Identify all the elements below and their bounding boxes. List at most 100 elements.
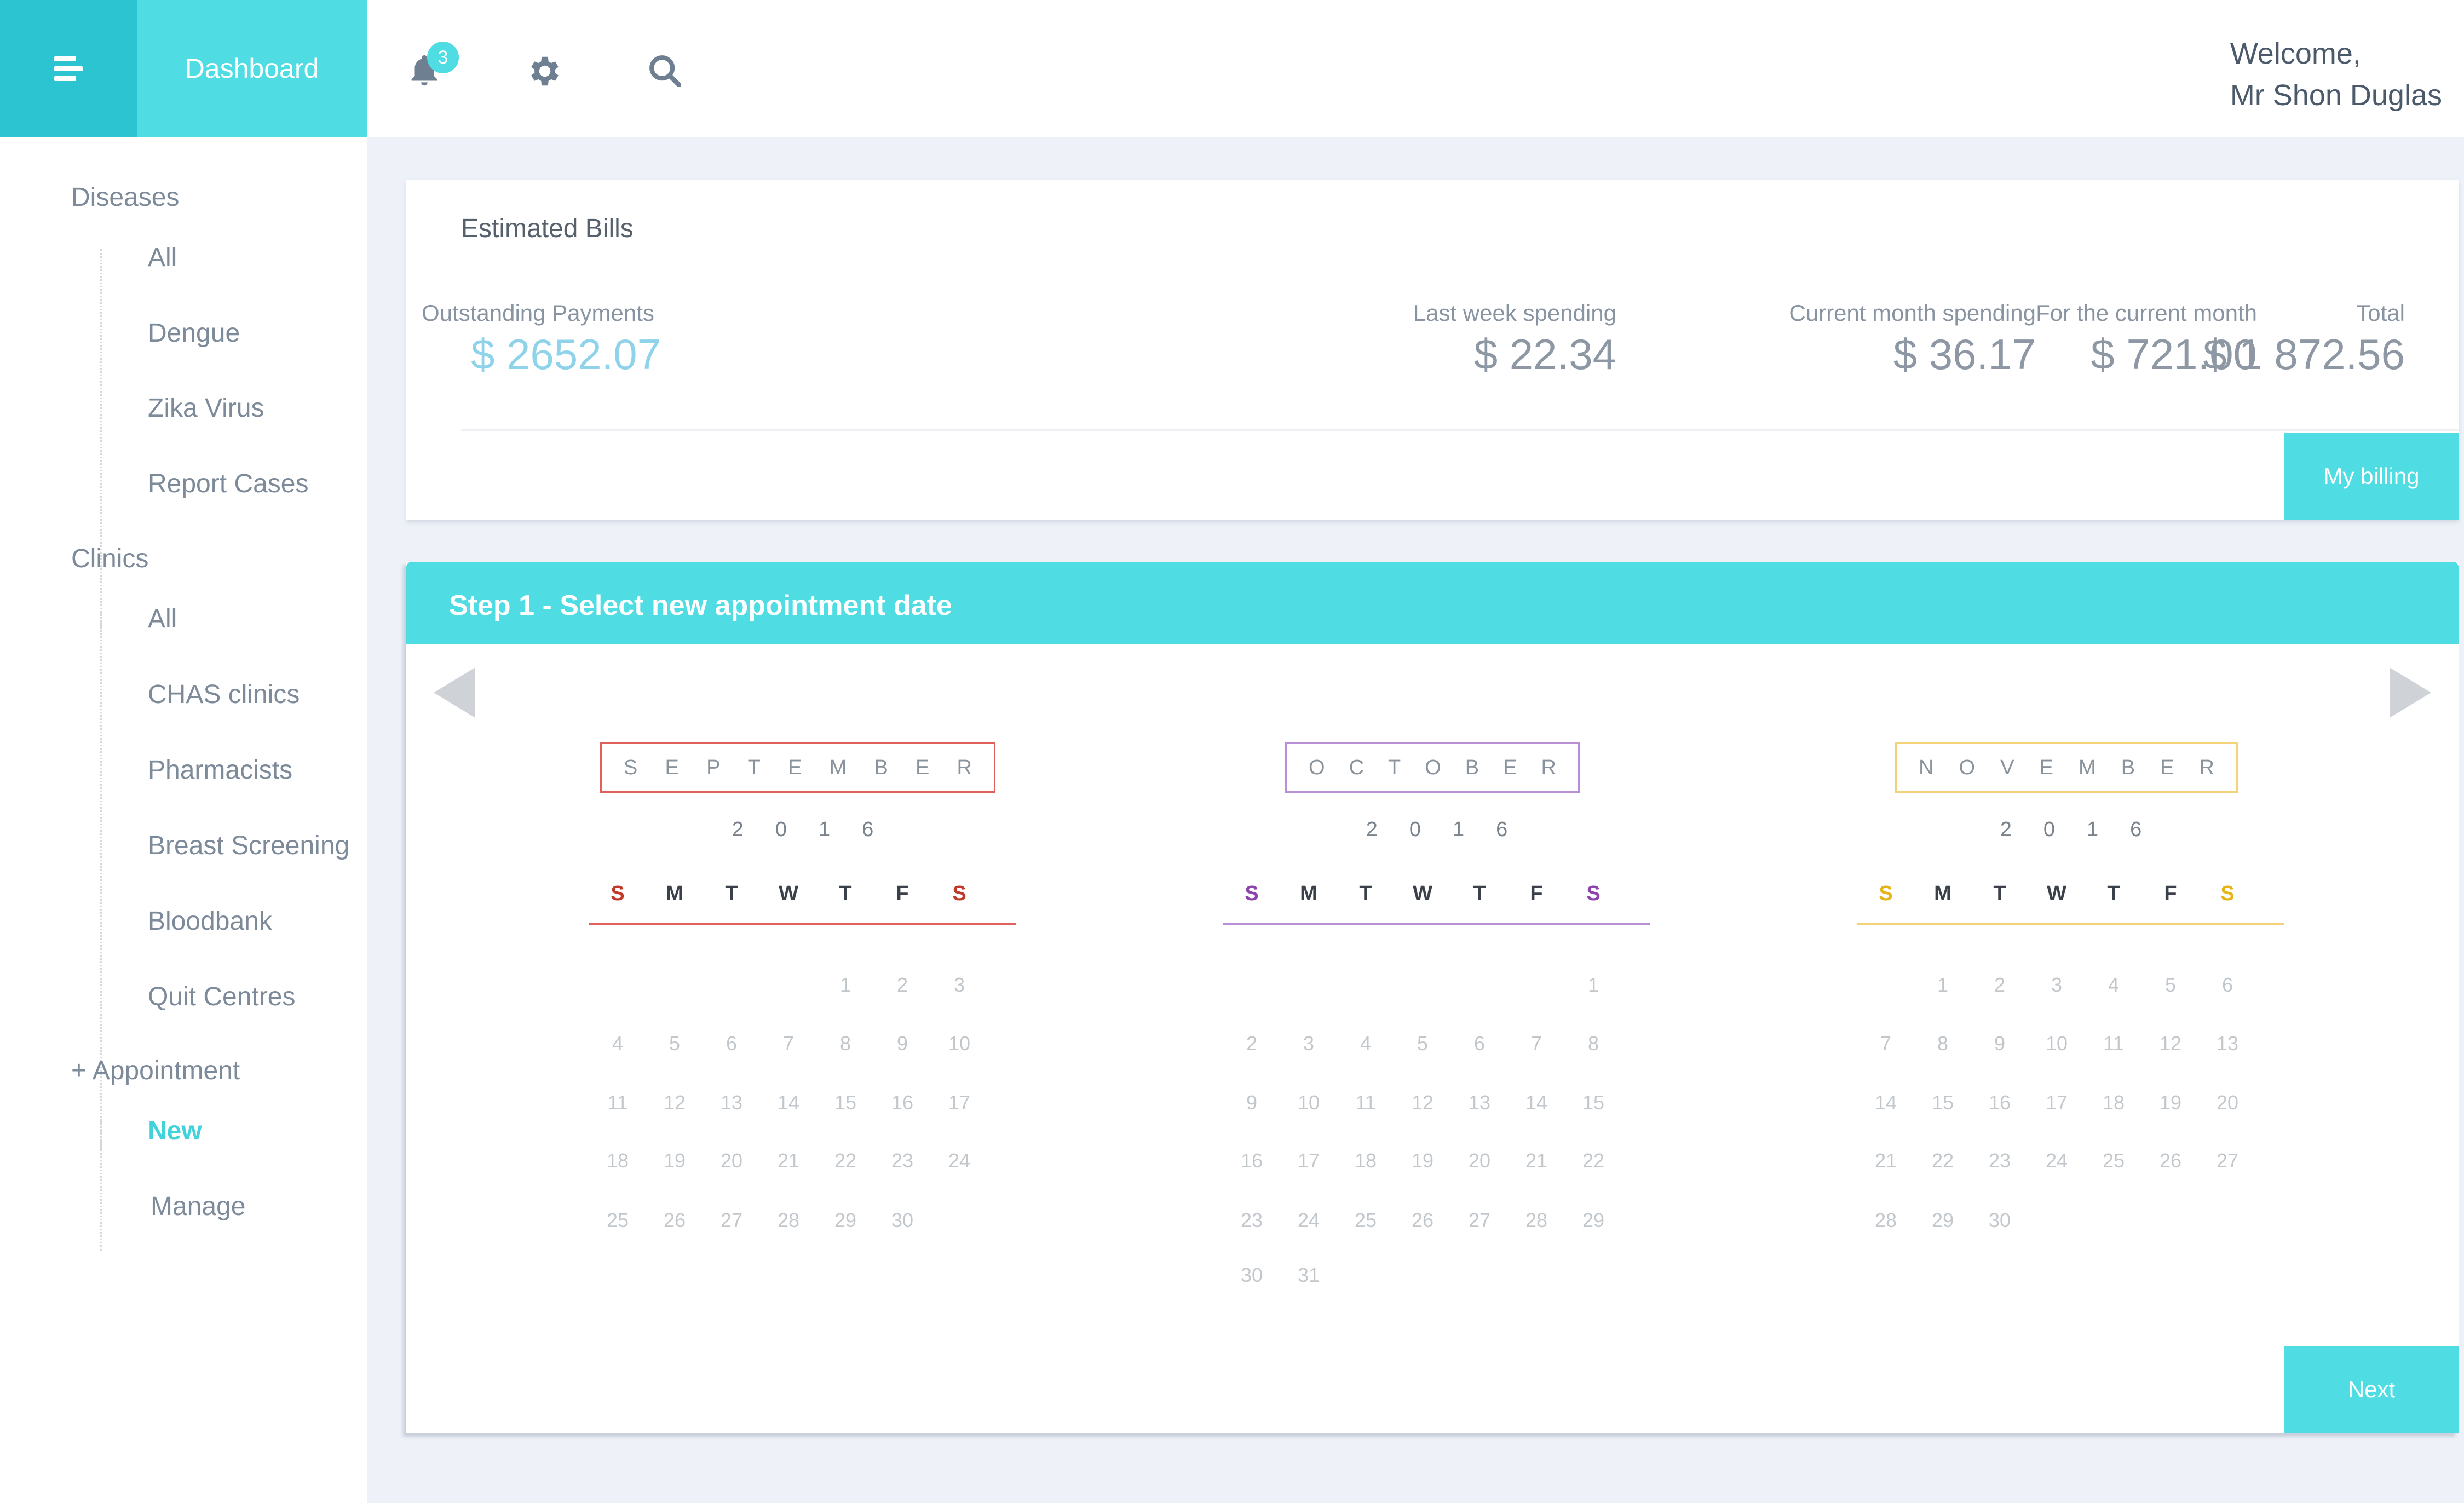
calendar-day[interactable]: 23	[1971, 1149, 2028, 1172]
calendar-day[interactable]: 22	[1914, 1149, 1971, 1172]
calendar-day[interactable]: 25	[589, 1209, 646, 1232]
sidebar-item-quit-centres[interactable]: Quit Centres	[148, 982, 295, 1012]
calendar-day[interactable]: 27	[2199, 1149, 2256, 1172]
calendar-day[interactable]: 12	[1394, 1091, 1451, 1114]
calendar-day[interactable]: 16	[874, 1091, 931, 1114]
calendar-day[interactable]: 29	[1914, 1209, 1971, 1232]
calendar-day[interactable]: 2	[874, 974, 931, 997]
sidebar-item-manage-appointments[interactable]: Manage	[151, 1191, 245, 1222]
calendar-day[interactable]: 19	[2142, 1091, 2199, 1114]
calendar-day[interactable]: 20	[703, 1149, 760, 1172]
calendar-day[interactable]: 16	[1223, 1149, 1280, 1172]
calendar-day[interactable]: 31	[1280, 1264, 1337, 1287]
calendar-day[interactable]: 3	[1280, 1032, 1337, 1055]
sidebar-section-diseases[interactable]: Diseases	[71, 182, 179, 212]
calendar-day[interactable]: 20	[2199, 1091, 2256, 1114]
calendar-day[interactable]: 13	[1451, 1091, 1508, 1114]
calendar-day[interactable]: 22	[817, 1149, 874, 1172]
calendar-day[interactable]: 12	[2142, 1032, 2199, 1055]
calendar-day[interactable]: 1	[1565, 974, 1622, 997]
calendar-day[interactable]: 2	[1971, 974, 2028, 997]
calendar-day[interactable]: 8	[1914, 1032, 1971, 1055]
calendar-day[interactable]: 6	[1451, 1032, 1508, 1055]
calendar-day[interactable]: 6	[2199, 974, 2256, 997]
calendar-day[interactable]: 13	[703, 1091, 760, 1114]
calendar-day[interactable]: 1	[1914, 974, 1971, 997]
calendar-day[interactable]: 29	[817, 1209, 874, 1232]
sidebar-item-bloodbank[interactable]: Bloodbank	[148, 906, 272, 936]
calendar-day[interactable]: 10	[2028, 1032, 2085, 1055]
calendar-day[interactable]: 6	[703, 1032, 760, 1055]
calendar-day[interactable]: 18	[2085, 1091, 2142, 1114]
sidebar-item-diseases-all[interactable]: All	[148, 243, 177, 273]
calendar-day[interactable]: 10	[1280, 1091, 1337, 1114]
calendar-day[interactable]: 25	[1337, 1209, 1394, 1232]
calendar-day[interactable]: 3	[931, 974, 988, 997]
sidebar-section-appointment[interactable]: + Appointment	[71, 1056, 240, 1086]
calendar-day[interactable]: 17	[2028, 1091, 2085, 1114]
calendar-day[interactable]: 30	[1971, 1209, 2028, 1232]
calendar-day[interactable]: 15	[817, 1091, 874, 1114]
sidebar-item-pharmacists[interactable]: Pharmacists	[148, 755, 292, 785]
calendar-day[interactable]: 23	[874, 1149, 931, 1172]
calendar-day[interactable]: 24	[1280, 1209, 1337, 1232]
calendar-day[interactable]: 17	[931, 1091, 988, 1114]
calendar-day[interactable]: 27	[1451, 1209, 1508, 1232]
dashboard-tab[interactable]: Dashboard	[137, 0, 367, 137]
sidebar-section-clinics[interactable]: Clinics	[71, 544, 148, 574]
calendar-day[interactable]: 18	[589, 1149, 646, 1172]
calendar-day[interactable]: 5	[646, 1032, 703, 1055]
calendar-day[interactable]: 4	[589, 1032, 646, 1055]
calendar-day[interactable]: 26	[1394, 1209, 1451, 1232]
calendar-day[interactable]: 1	[817, 974, 874, 997]
calendar-day[interactable]: 25	[2085, 1149, 2142, 1172]
calendar-day[interactable]: 11	[589, 1091, 646, 1114]
calendar-day[interactable]: 21	[760, 1149, 817, 1172]
calendar-day[interactable]: 15	[1565, 1091, 1622, 1114]
calendar-day[interactable]: 11	[1337, 1091, 1394, 1114]
calendar-day[interactable]: 5	[2142, 974, 2199, 997]
sidebar-item-chas-clinics[interactable]: CHAS clinics	[148, 679, 300, 710]
calendar-day[interactable]: 30	[874, 1209, 931, 1232]
previous-month-arrow-icon[interactable]	[434, 667, 475, 718]
calendar-day[interactable]: 28	[760, 1209, 817, 1232]
calendar-day[interactable]: 21	[1857, 1149, 1914, 1172]
calendar-day[interactable]: 29	[1565, 1209, 1622, 1232]
calendar-day[interactable]: 15	[1914, 1091, 1971, 1114]
calendar-day[interactable]: 8	[817, 1032, 874, 1055]
calendar-day[interactable]: 14	[1508, 1091, 1565, 1114]
calendar-day[interactable]: 4	[1337, 1032, 1394, 1055]
calendar-day[interactable]: 24	[2028, 1149, 2085, 1172]
gear-icon[interactable]	[526, 52, 564, 90]
calendar-day[interactable]: 5	[1394, 1032, 1451, 1055]
calendar-day[interactable]: 14	[760, 1091, 817, 1114]
calendar-day[interactable]: 16	[1971, 1091, 2028, 1114]
calendar-day[interactable]: 27	[703, 1209, 760, 1232]
calendar-day[interactable]: 28	[1857, 1209, 1914, 1232]
calendar-day[interactable]: 19	[1394, 1149, 1451, 1172]
calendar-day[interactable]: 10	[931, 1032, 988, 1055]
next-month-arrow-icon[interactable]	[2390, 667, 2431, 718]
calendar-day[interactable]: 8	[1565, 1032, 1622, 1055]
calendar-day[interactable]: 28	[1508, 1209, 1565, 1232]
calendar-day[interactable]: 3	[2028, 974, 2085, 997]
calendar-day[interactable]: 22	[1565, 1149, 1622, 1172]
calendar-day[interactable]: 2	[1223, 1032, 1280, 1055]
calendar-day[interactable]: 7	[1508, 1032, 1565, 1055]
calendar-day[interactable]: 26	[646, 1209, 703, 1232]
calendar-day[interactable]: 23	[1223, 1209, 1280, 1232]
calendar-day[interactable]: 9	[1971, 1032, 2028, 1055]
menu-button[interactable]	[0, 0, 137, 137]
my-billing-button[interactable]: My billing	[2284, 433, 2459, 520]
calendar-day[interactable]: 14	[1857, 1091, 1914, 1114]
calendar-day[interactable]: 26	[2142, 1149, 2199, 1172]
calendar-day[interactable]: 9	[1223, 1091, 1280, 1114]
calendar-day[interactable]: 4	[2085, 974, 2142, 997]
calendar-day[interactable]: 13	[2199, 1032, 2256, 1055]
sidebar-item-breast-screening[interactable]: Breast Screening	[148, 831, 349, 861]
next-button[interactable]: Next	[2284, 1346, 2459, 1433]
calendar-day[interactable]: 21	[1508, 1149, 1565, 1172]
sidebar-item-zika-virus[interactable]: Zika Virus	[148, 393, 264, 423]
calendar-day[interactable]: 20	[1451, 1149, 1508, 1172]
calendar-day[interactable]: 19	[646, 1149, 703, 1172]
